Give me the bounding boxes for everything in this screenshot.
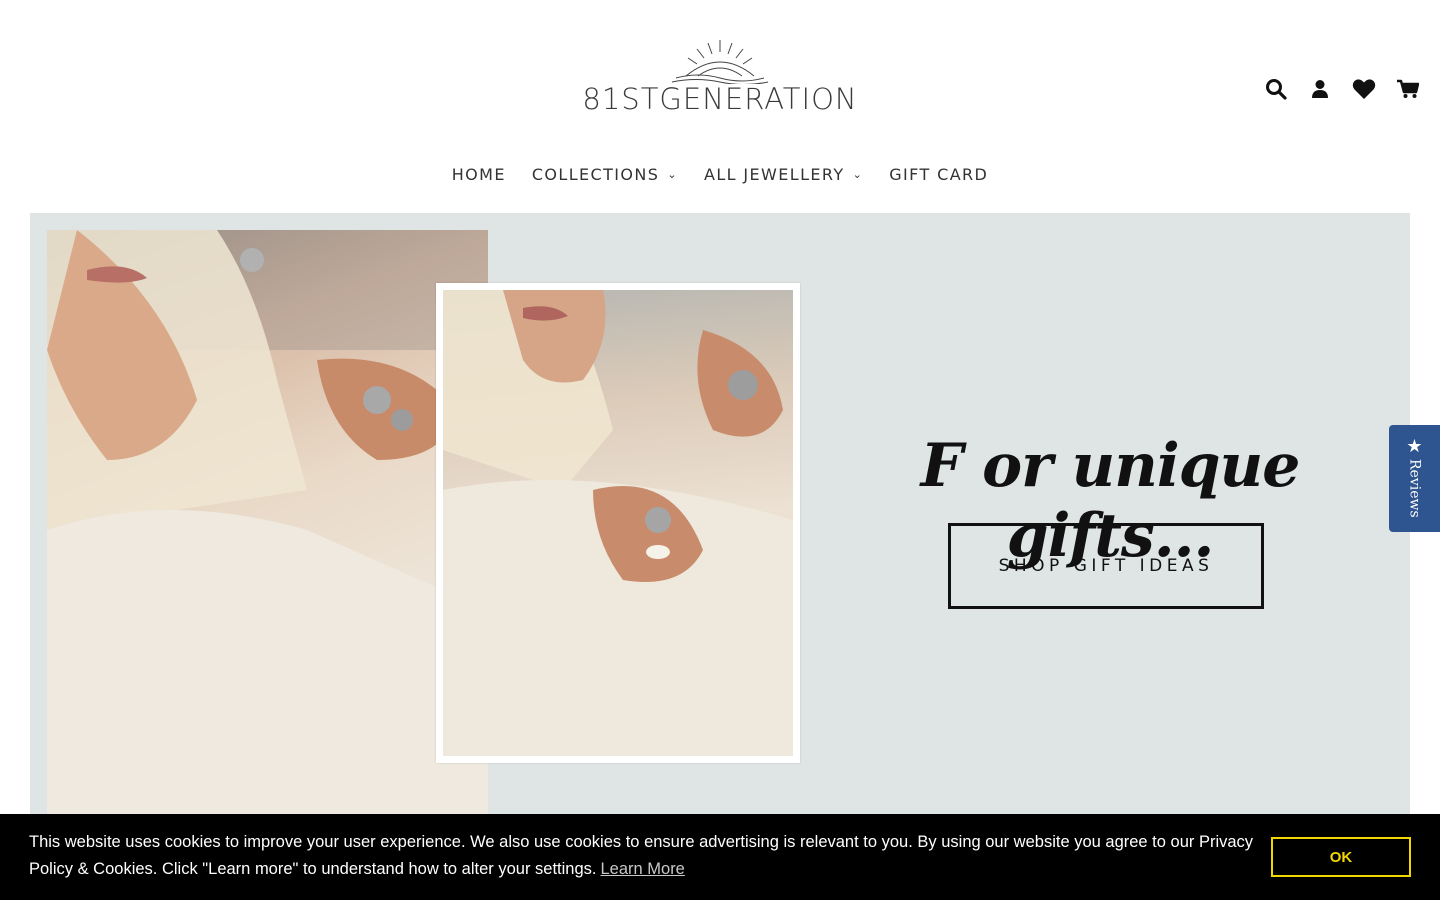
hero-photo-right [443, 290, 793, 756]
reviews-tab-label: Reviews [1406, 459, 1423, 518]
learn-more-link[interactable]: Learn More [600, 860, 684, 878]
cookie-message: This website uses cookies to improve you… [29, 829, 1269, 883]
chevron-down-icon: ⌄ [667, 167, 678, 181]
hero-banner[interactable]: F or unique gifts... SHOP GIFT IDEAS [30, 213, 1410, 900]
header-icons [1254, 74, 1430, 104]
nav-item-label: HOME [451, 164, 506, 184]
hero-photo-right-frame [436, 283, 800, 763]
cookie-ok-button[interactable]: OK [1271, 837, 1411, 877]
user-icon[interactable] [1298, 74, 1342, 104]
logo-wordmark: 81STGENERATION [582, 82, 858, 116]
reviews-tab[interactable]: ★ Reviews [1389, 425, 1440, 532]
cookie-banner: This website uses cookies to improve you… [0, 814, 1440, 900]
nav-item-home[interactable]: HOME [452, 160, 506, 188]
star-icon: ★ [1406, 436, 1423, 456]
hero-photo-left [47, 230, 488, 830]
nav-item-collections[interactable]: COLLECTIONS ⌄ [532, 160, 678, 188]
nav-item-all-jewellery[interactable]: ALL JEWELLERY ⌄ [704, 160, 863, 188]
cart-icon[interactable] [1386, 74, 1430, 104]
sunrise-logo-icon [671, 40, 769, 84]
search-icon[interactable] [1254, 74, 1298, 104]
nav-item-label: GIFT CARD [889, 164, 989, 184]
heart-icon[interactable] [1342, 74, 1386, 104]
site-header: 81STGENERATION [0, 0, 1440, 140]
main-nav: HOME COLLECTIONS ⌄ ALL JEWELLERY ⌄ GIFT … [0, 160, 1440, 188]
nav-item-gift-card[interactable]: GIFT CARD [889, 160, 988, 188]
shop-gift-ideas-button[interactable]: SHOP GIFT IDEAS [948, 523, 1264, 609]
chevron-down-icon: ⌄ [852, 167, 864, 181]
nav-item-label: COLLECTIONS [531, 164, 660, 184]
site-logo[interactable]: 81STGENERATION [580, 38, 860, 118]
nav-item-label: ALL JEWELLERY [703, 164, 845, 184]
